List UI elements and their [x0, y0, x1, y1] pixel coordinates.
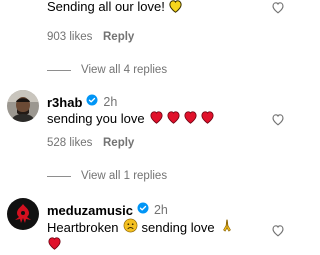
comment-text: sending you love — [47, 110, 215, 127]
like-comment-button[interactable] — [271, 113, 285, 126]
time-ago[interactable]: 2h — [103, 95, 117, 109]
like-comment-button[interactable] — [271, 1, 285, 14]
verified-badge-icon — [137, 201, 149, 219]
comment-header: meduzamusic 2h — [47, 201, 168, 219]
view-replies-label: View all 1 replies — [81, 170, 168, 182]
like-comment-button[interactable] — [271, 224, 285, 237]
view-replies-label: View all 4 replies — [81, 64, 168, 76]
view-replies-button[interactable]: View all 4 replies — [47, 64, 167, 76]
red-heart-icon — [47, 236, 62, 255]
divider-line — [47, 175, 71, 177]
divider-line — [47, 69, 71, 71]
username[interactable]: meduzamusic — [47, 203, 133, 218]
comment-text: Sending all our love! — [47, 0, 183, 14]
red-heart-icon — [183, 110, 198, 127]
yellow-heart-icon — [168, 0, 183, 14]
red-heart-icon — [166, 110, 181, 127]
red-heart-icon — [200, 110, 215, 127]
username[interactable]: r3hab — [47, 95, 82, 110]
avatar[interactable] — [7, 90, 39, 122]
like-count[interactable]: 528 likes — [47, 137, 92, 149]
time-ago[interactable]: 2h — [154, 203, 168, 217]
like-count[interactable]: 903 likes — [47, 31, 92, 43]
reply-button[interactable]: Reply — [103, 137, 134, 149]
view-replies-button[interactable]: View all 1 replies — [47, 170, 167, 182]
comment-text: Heartbroken sending love — [47, 218, 235, 236]
red-heart-icon — [149, 110, 164, 127]
comment-header: r3hab 2h — [47, 93, 117, 111]
reply-button[interactable]: Reply — [103, 31, 134, 43]
frowning-face-icon — [123, 218, 138, 236]
avatar[interactable] — [7, 198, 39, 230]
verified-badge-icon — [86, 93, 98, 111]
folded-hands-icon — [219, 218, 235, 236]
